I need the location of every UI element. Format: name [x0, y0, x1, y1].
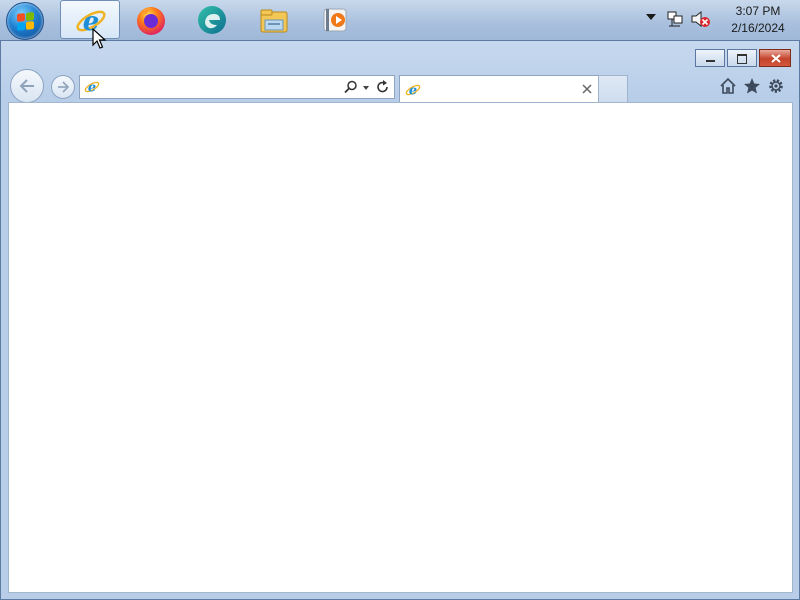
volume-muted-icon[interactable] — [690, 10, 710, 28]
tab-close-icon[interactable] — [582, 84, 592, 94]
clock-time: 3:07 PM — [735, 4, 781, 18]
search-icon[interactable] — [344, 80, 358, 94]
favorites-star-icon[interactable] — [743, 77, 761, 95]
caption-buttons — [695, 49, 791, 67]
taskbar-explorer-button[interactable] — [244, 0, 304, 39]
firefox-icon — [137, 7, 165, 35]
tab-active[interactable]: e — [399, 75, 599, 103]
clock-date: 2/16/2024 — [731, 21, 785, 35]
edge-icon — [198, 6, 226, 34]
svg-text:e: e — [409, 84, 417, 99]
address-dropdown-icon[interactable] — [363, 86, 369, 90]
minimize-button[interactable] — [695, 49, 725, 67]
refresh-icon[interactable] — [376, 80, 390, 94]
taskbar-edge-button[interactable] — [182, 0, 242, 39]
start-button[interactable] — [6, 2, 44, 40]
close-icon — [771, 54, 781, 63]
forward-button[interactable] — [51, 75, 75, 99]
ie-page-icon: e — [405, 84, 421, 99]
windows-logo-icon — [17, 12, 34, 31]
back-button[interactable] — [10, 69, 44, 103]
new-tab-button[interactable] — [598, 75, 628, 103]
back-arrow-icon — [19, 79, 34, 93]
page-content-area[interactable] — [8, 102, 793, 593]
taskbar-ie-button[interactable]: e — [60, 0, 120, 39]
taskbar-media-player-button[interactable] — [305, 0, 365, 39]
system-clock[interactable]: 3:07 PM 2/16/2024 — [716, 3, 800, 37]
ie-page-icon: e — [84, 81, 100, 96]
network-icon[interactable] — [666, 10, 684, 28]
mouse-cursor-icon — [92, 28, 106, 49]
close-button[interactable] — [759, 49, 791, 67]
maximize-button[interactable] — [727, 49, 757, 67]
home-icon[interactable] — [719, 77, 737, 95]
folder-icon — [260, 9, 288, 33]
svg-text:e: e — [88, 81, 96, 96]
taskbar-firefox-button[interactable] — [121, 0, 181, 39]
forward-arrow-icon — [58, 81, 70, 93]
chevron-down-icon[interactable] — [646, 14, 656, 20]
address-input[interactable] — [104, 78, 334, 96]
taskbar: e 3:07 PM 2/16/2024 — [0, 0, 800, 41]
tools-gear-icon[interactable] — [767, 77, 785, 95]
address-bar[interactable]: e — [79, 75, 395, 99]
media-player-icon — [323, 8, 347, 32]
browser-window: e e — [0, 40, 800, 600]
